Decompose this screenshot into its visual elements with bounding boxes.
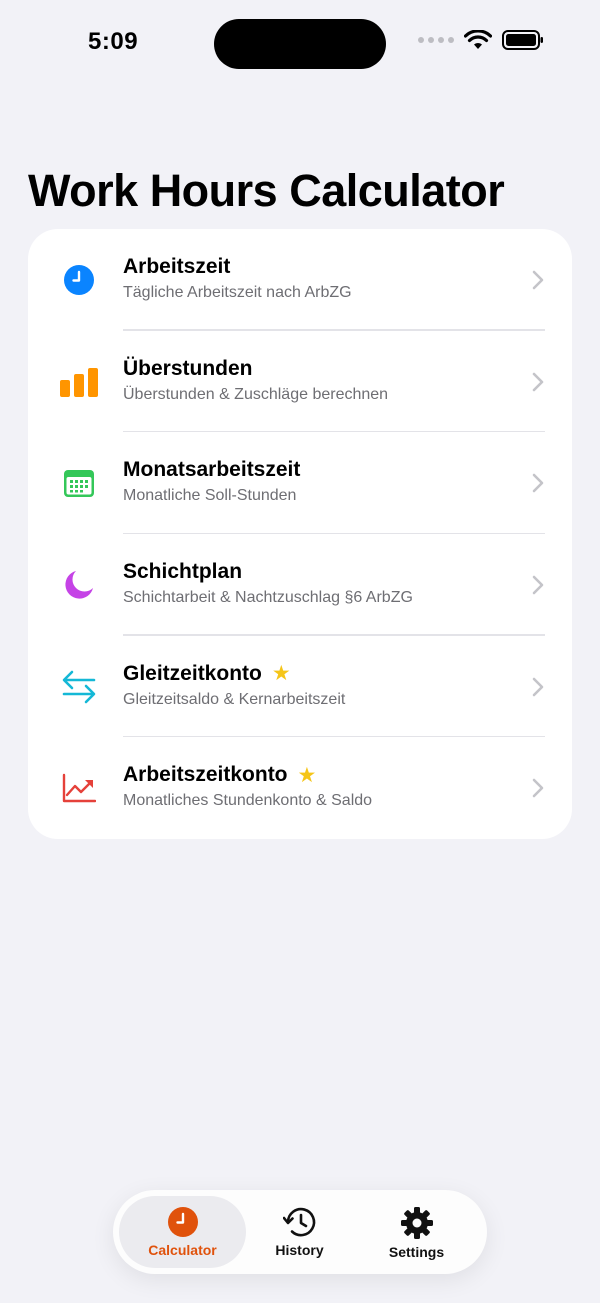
tab-label: Settings [388, 1244, 445, 1260]
row-subtitle: Tägliche Arbeitszeit nach ArbZG [123, 284, 352, 301]
tab-calculator[interactable]: Calculator [119, 1196, 246, 1268]
row-subtitle: Monatliches Stundenkonto & Saldo [123, 792, 373, 810]
row-title: Arbeitszeit [123, 255, 231, 278]
page-title: Work Hours Calculator [28, 165, 505, 216]
row-title: Monatsarbeitszeit [123, 458, 301, 482]
list-item-schichtplan[interactable]: Schichtplan Schichtarbeit & Nachtzuschla… [28, 534, 572, 636]
gear-icon [400, 1207, 433, 1239]
star-icon: ★ [297, 763, 317, 787]
tab-label: History [275, 1242, 324, 1258]
calendar-icon [58, 462, 100, 504]
row-subtitle: Schichtarbeit & Nachtzuschlag §6 ArbZG [123, 589, 413, 607]
tab-bar: Calculator History Settings [113, 1190, 487, 1274]
row-subtitle: Überstunden & Zuschläge berechnen [123, 385, 389, 403]
row-subtitle: Gleitzeitsaldo & Kernarbeitszeit [123, 690, 346, 708]
status-icons [418, 30, 544, 50]
list-item-arbeitszeit[interactable]: Arbeitszeit Tägliche Arbeitszeit nach Ar… [28, 229, 572, 331]
chevron-right-icon [532, 372, 544, 391]
cellular-signal-icon [418, 37, 454, 43]
calculator-list: Arbeitszeit Tägliche Arbeitszeit nach Ar… [28, 229, 572, 839]
wifi-icon [464, 30, 492, 49]
chevron-right-icon [532, 473, 544, 493]
row-subtitle: Monatliche Soll-Stunden [123, 487, 297, 505]
list-item-ueberstunden[interactable]: Überstunden Überstunden & Zuschläge bere… [28, 331, 572, 433]
clock-icon [167, 1207, 198, 1237]
tab-settings[interactable]: Settings [353, 1196, 480, 1268]
moon-icon [58, 564, 100, 606]
row-title: Schichtplan [123, 560, 243, 584]
chevron-right-icon [532, 575, 544, 595]
trend-chart-icon [58, 767, 100, 809]
clock-icon [58, 259, 100, 301]
row-title: Gleitzeitkonto [123, 661, 262, 685]
chevron-right-icon [532, 778, 544, 798]
row-title: Überstunden [123, 356, 253, 380]
bar-chart-icon [58, 361, 100, 403]
tab-history[interactable]: History [236, 1196, 363, 1268]
status-time: 5:09 [88, 28, 139, 55]
dynamic-island [214, 19, 386, 69]
list-item-monatsarbeitszeit[interactable]: Monatsarbeitszeit Monatliche Soll-Stunde… [28, 432, 572, 535]
tab-label: Calculator [148, 1242, 217, 1258]
chevron-right-icon [532, 270, 544, 290]
list-item-arbeitszeitkonto[interactable]: Arbeitszeitkonto ★ Monatliches Stundenko… [28, 737, 572, 839]
star-icon: ★ [271, 662, 291, 686]
chevron-right-icon [532, 677, 544, 696]
battery-icon [502, 30, 543, 50]
arrows-swap-icon [58, 666, 100, 708]
row-title: Arbeitszeitkonto [123, 763, 288, 787]
list-item-gleitzeitkonto[interactable]: Gleitzeitkonto ★ Gleitzeitsaldo & Kernar… [28, 636, 572, 738]
screen: 5:09 Work Hours Calculator Arbeitszeit T… [0, 0, 600, 1303]
history-icon [282, 1207, 315, 1237]
